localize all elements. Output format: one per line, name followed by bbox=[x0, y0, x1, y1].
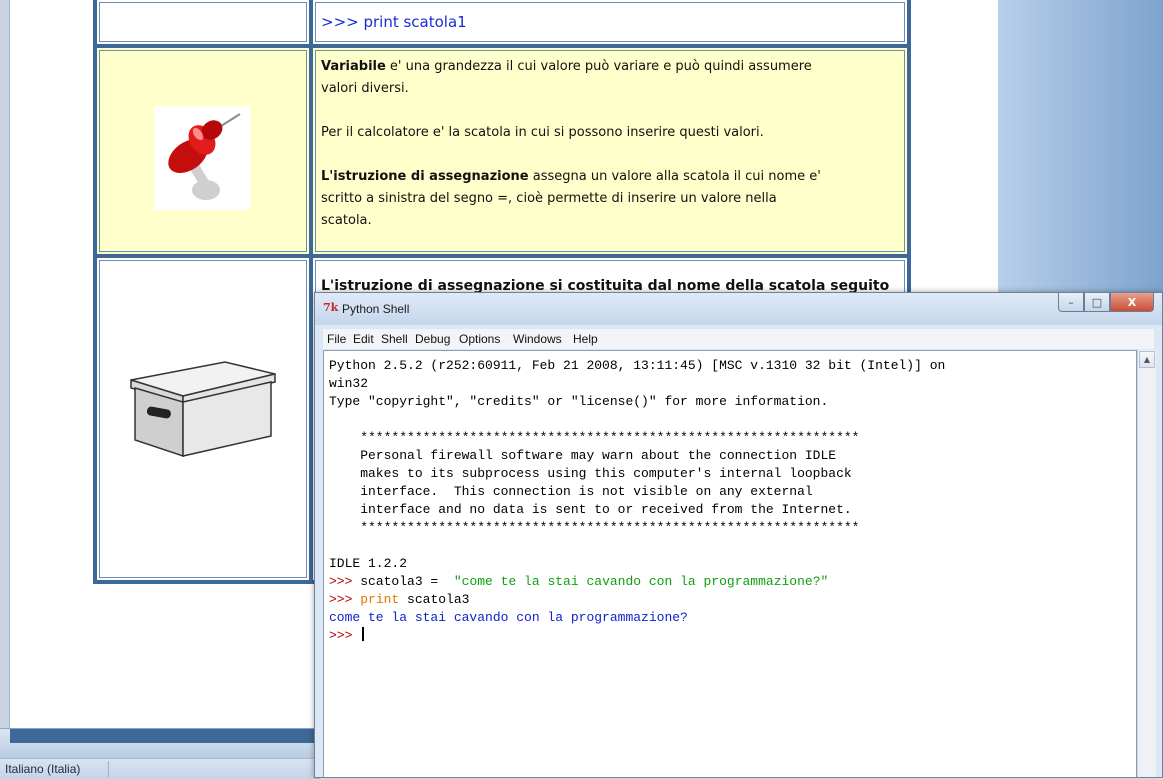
shell-line: Type "copyright", "credits" or "license(… bbox=[329, 394, 829, 409]
table-cell-definition: Variabile e' una grandezza il cui valore… bbox=[309, 44, 911, 258]
menu-shell[interactable]: Shell bbox=[381, 332, 408, 346]
menu-help[interactable]: Help bbox=[573, 332, 598, 346]
table-cell bbox=[93, 0, 313, 48]
menu-windows[interactable]: Windows bbox=[513, 332, 562, 346]
window-title: Python Shell bbox=[342, 302, 410, 316]
menu-edit[interactable]: Edit bbox=[353, 332, 374, 346]
menu-file[interactable]: File bbox=[327, 332, 346, 346]
tk-icon: 7k bbox=[323, 301, 339, 314]
shell-line: ****************************************… bbox=[329, 430, 860, 445]
scroll-up-arrow-icon[interactable]: ▲ bbox=[1139, 351, 1155, 368]
prompt: >>> bbox=[329, 592, 361, 607]
close-button[interactable]: X bbox=[1110, 293, 1154, 312]
program-output: come te la stai cavando con la programma… bbox=[329, 610, 688, 625]
menu-options[interactable]: Options bbox=[459, 332, 500, 346]
menu-debug[interactable]: Debug bbox=[415, 332, 450, 346]
shell-line: IDLE 1.2.2 bbox=[329, 556, 408, 571]
pushpin-icon bbox=[154, 106, 250, 210]
string-literal: "come te la stai cavando con la programm… bbox=[453, 574, 829, 589]
table-cell-code: >>> print scatola1 bbox=[309, 0, 911, 48]
shell-line: interface. This connection is not visibl… bbox=[329, 484, 813, 499]
text-cursor[interactable] bbox=[362, 627, 365, 641]
menu-bar: File Edit Shell Debug Options Windows He… bbox=[323, 329, 1154, 349]
shell-line: Personal firewall software may warn abou… bbox=[329, 448, 837, 463]
table-cell-image bbox=[93, 44, 313, 258]
language-indicator[interactable]: Italiano (Italia) bbox=[5, 762, 80, 776]
table-cell-image bbox=[93, 254, 313, 584]
maximize-button[interactable]: □ bbox=[1084, 293, 1110, 312]
shell-line: win32 bbox=[329, 376, 369, 391]
istruzione-paragraph: L'istruzione di assegnazione assegna un … bbox=[321, 169, 821, 228]
shell-line: interface and no data is sent to or rece… bbox=[329, 502, 852, 517]
python-shell-window[interactable]: 7k Python Shell – □ X File Edit Shell De… bbox=[314, 292, 1163, 778]
assign-code: scatola3 = bbox=[360, 574, 454, 589]
code-example: >>> print scatola1 bbox=[321, 13, 467, 31]
document-left-margin bbox=[0, 0, 10, 730]
shell-line: makes to its subprocess using this compu… bbox=[329, 466, 852, 481]
shell-line: Python 2.5.2 (r252:60911, Feb 21 2008, 1… bbox=[329, 358, 946, 373]
minimize-button[interactable]: – bbox=[1058, 293, 1084, 312]
shell-output: Python 2.5.2 (r252:60911, Feb 21 2008, 1… bbox=[329, 357, 945, 645]
prompt: >>> bbox=[329, 628, 361, 643]
shell-text-area[interactable]: Python 2.5.2 (r252:60911, Feb 21 2008, 1… bbox=[323, 350, 1137, 777]
box-icon bbox=[130, 361, 276, 458]
prompt: >>> bbox=[329, 574, 361, 589]
title-bar[interactable]: 7k Python Shell – □ X bbox=[315, 293, 1162, 325]
calcolatore-paragraph: Per il calcolatore e' la scatola in cui … bbox=[321, 125, 764, 140]
shell-line: ****************************************… bbox=[329, 520, 860, 535]
variabile-paragraph: Variabile e' una grandezza il cui valore… bbox=[321, 59, 812, 96]
vertical-scrollbar[interactable]: ▲ bbox=[1137, 350, 1156, 777]
print-arg: scatola3 bbox=[399, 592, 470, 607]
status-bar: Italiano (Italia) bbox=[0, 758, 320, 779]
print-keyword: print bbox=[360, 592, 400, 607]
